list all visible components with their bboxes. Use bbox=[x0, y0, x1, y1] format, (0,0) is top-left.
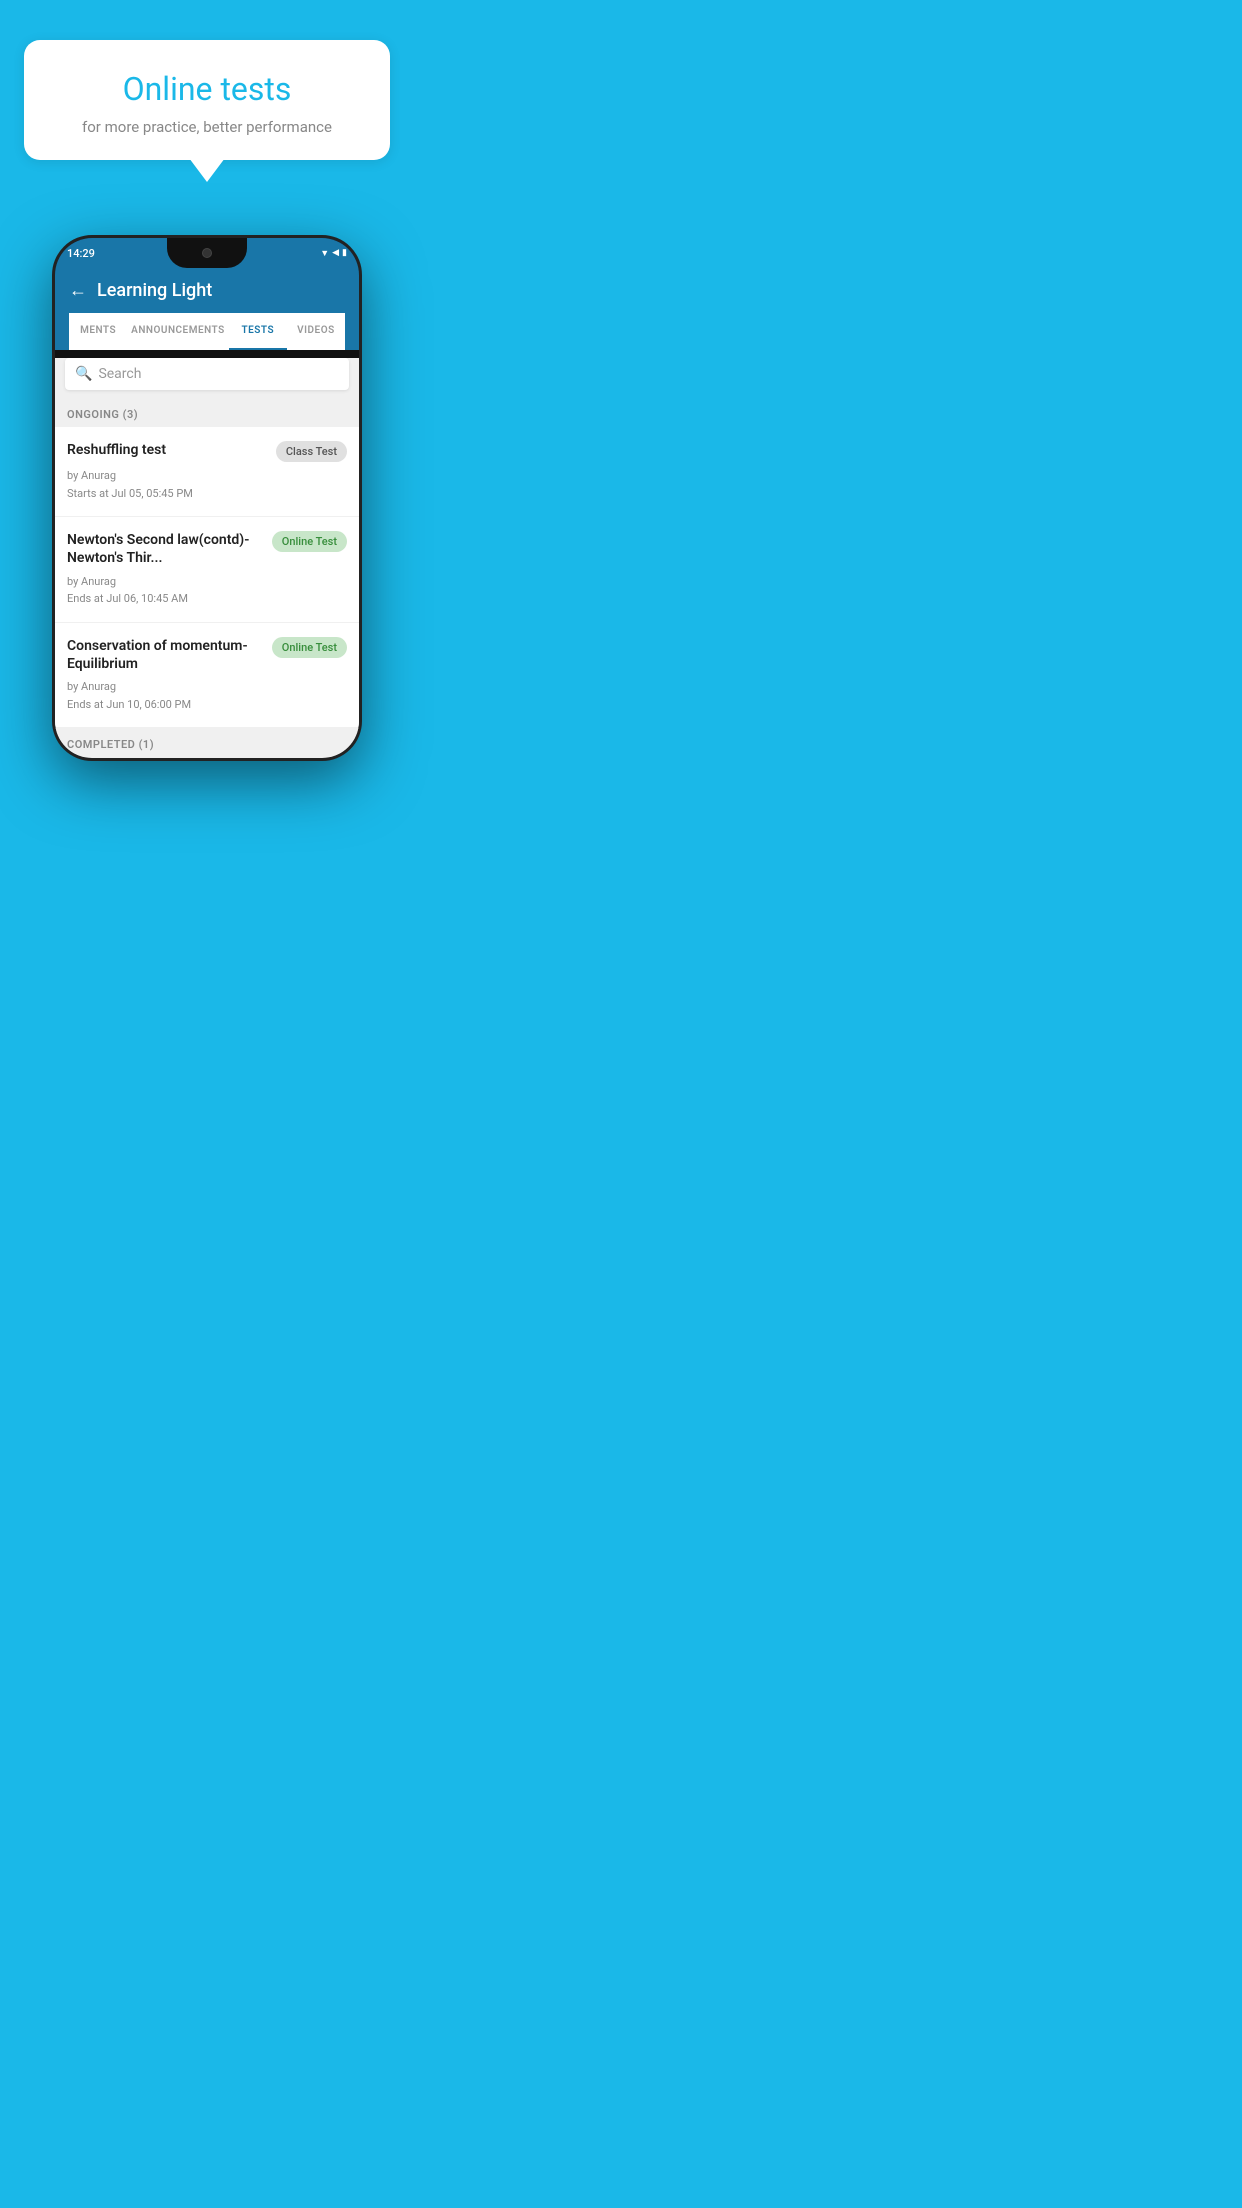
app-title-row: ← Learning Light bbox=[69, 280, 345, 313]
test-card-3-title: Conservation of momentum-Equilibrium bbox=[67, 637, 264, 673]
test-card-2-date: Ends at Jul 06, 10:45 AM bbox=[67, 590, 347, 608]
speech-bubble-subtitle: for more practice, better performance bbox=[48, 118, 366, 136]
speech-bubble: Online tests for more practice, better p… bbox=[24, 40, 390, 160]
test-card-2-meta: by Anurag Ends at Jul 06, 10:45 AM bbox=[67, 573, 347, 608]
test-card-2-title: Newton's Second law(contd)-Newton's Thir… bbox=[67, 531, 264, 567]
back-button[interactable]: ← bbox=[69, 280, 87, 301]
test-card-3-top: Conservation of momentum-Equilibrium Onl… bbox=[67, 637, 347, 673]
tabs-bar: MENTS ANNOUNCEMENTS TESTS VIDEOS bbox=[69, 313, 345, 350]
tab-ments[interactable]: MENTS bbox=[69, 313, 127, 350]
wifi-icon: ▼ bbox=[320, 248, 329, 259]
test-card-2-author: by Anurag bbox=[67, 573, 347, 591]
search-icon: 🔍 bbox=[75, 366, 92, 382]
battery-icon: ▮ bbox=[342, 248, 347, 258]
test-card-1-meta: by Anurag Starts at Jul 05, 05:45 PM bbox=[67, 467, 347, 502]
phone-mockup: 14:29 ▼ ◀ ▮ ← Learning Light MENTS bbox=[52, 235, 362, 761]
test-card-3-date: Ends at Jun 10, 06:00 PM bbox=[67, 696, 347, 714]
search-input[interactable]: Search bbox=[98, 366, 339, 382]
status-icons: ▼ ◀ ▮ bbox=[320, 248, 347, 259]
test-card-3-author: by Anurag bbox=[67, 678, 347, 696]
test-card-1[interactable]: Reshuffling test Class Test by Anurag St… bbox=[55, 427, 359, 516]
completed-section-header: COMPLETED (1) bbox=[55, 728, 359, 757]
phone-wrapper: 14:29 ▼ ◀ ▮ ← Learning Light MENTS bbox=[0, 180, 414, 761]
status-time: 14:29 bbox=[67, 247, 95, 260]
signal-icon: ◀ bbox=[332, 248, 339, 258]
test-card-2-badge: Online Test bbox=[272, 531, 347, 552]
phone-notch bbox=[167, 238, 247, 268]
test-card-3-badge: Online Test bbox=[272, 637, 347, 658]
test-card-2-top: Newton's Second law(contd)-Newton's Thir… bbox=[67, 531, 347, 567]
search-bar[interactable]: 🔍 Search bbox=[65, 358, 349, 390]
test-card-1-author: by Anurag bbox=[67, 467, 347, 485]
test-card-3[interactable]: Conservation of momentum-Equilibrium Onl… bbox=[55, 623, 359, 728]
phone-camera bbox=[202, 248, 212, 258]
test-card-1-top: Reshuffling test Class Test bbox=[67, 441, 347, 462]
test-card-1-badge: Class Test bbox=[276, 441, 347, 462]
test-card-3-meta: by Anurag Ends at Jun 10, 06:00 PM bbox=[67, 678, 347, 713]
test-card-1-date: Starts at Jul 05, 05:45 PM bbox=[67, 485, 347, 503]
speech-bubble-container: Online tests for more practice, better p… bbox=[0, 0, 414, 180]
test-card-2[interactable]: Newton's Second law(contd)-Newton's Thir… bbox=[55, 517, 359, 622]
content-area: 🔍 Search ONGOING (3) Reshuffling test Cl… bbox=[55, 358, 359, 758]
tab-announcements[interactable]: ANNOUNCEMENTS bbox=[127, 313, 229, 350]
app-header: ← Learning Light MENTS ANNOUNCEMENTS TES… bbox=[55, 268, 359, 350]
test-card-1-title: Reshuffling test bbox=[67, 441, 268, 459]
status-bar: 14:29 ▼ ◀ ▮ bbox=[55, 238, 359, 268]
speech-bubble-title: Online tests bbox=[48, 70, 366, 108]
tab-tests[interactable]: TESTS bbox=[229, 313, 287, 350]
app-title: Learning Light bbox=[97, 280, 212, 301]
tab-videos[interactable]: VIDEOS bbox=[287, 313, 345, 350]
ongoing-section-header: ONGOING (3) bbox=[55, 398, 359, 427]
